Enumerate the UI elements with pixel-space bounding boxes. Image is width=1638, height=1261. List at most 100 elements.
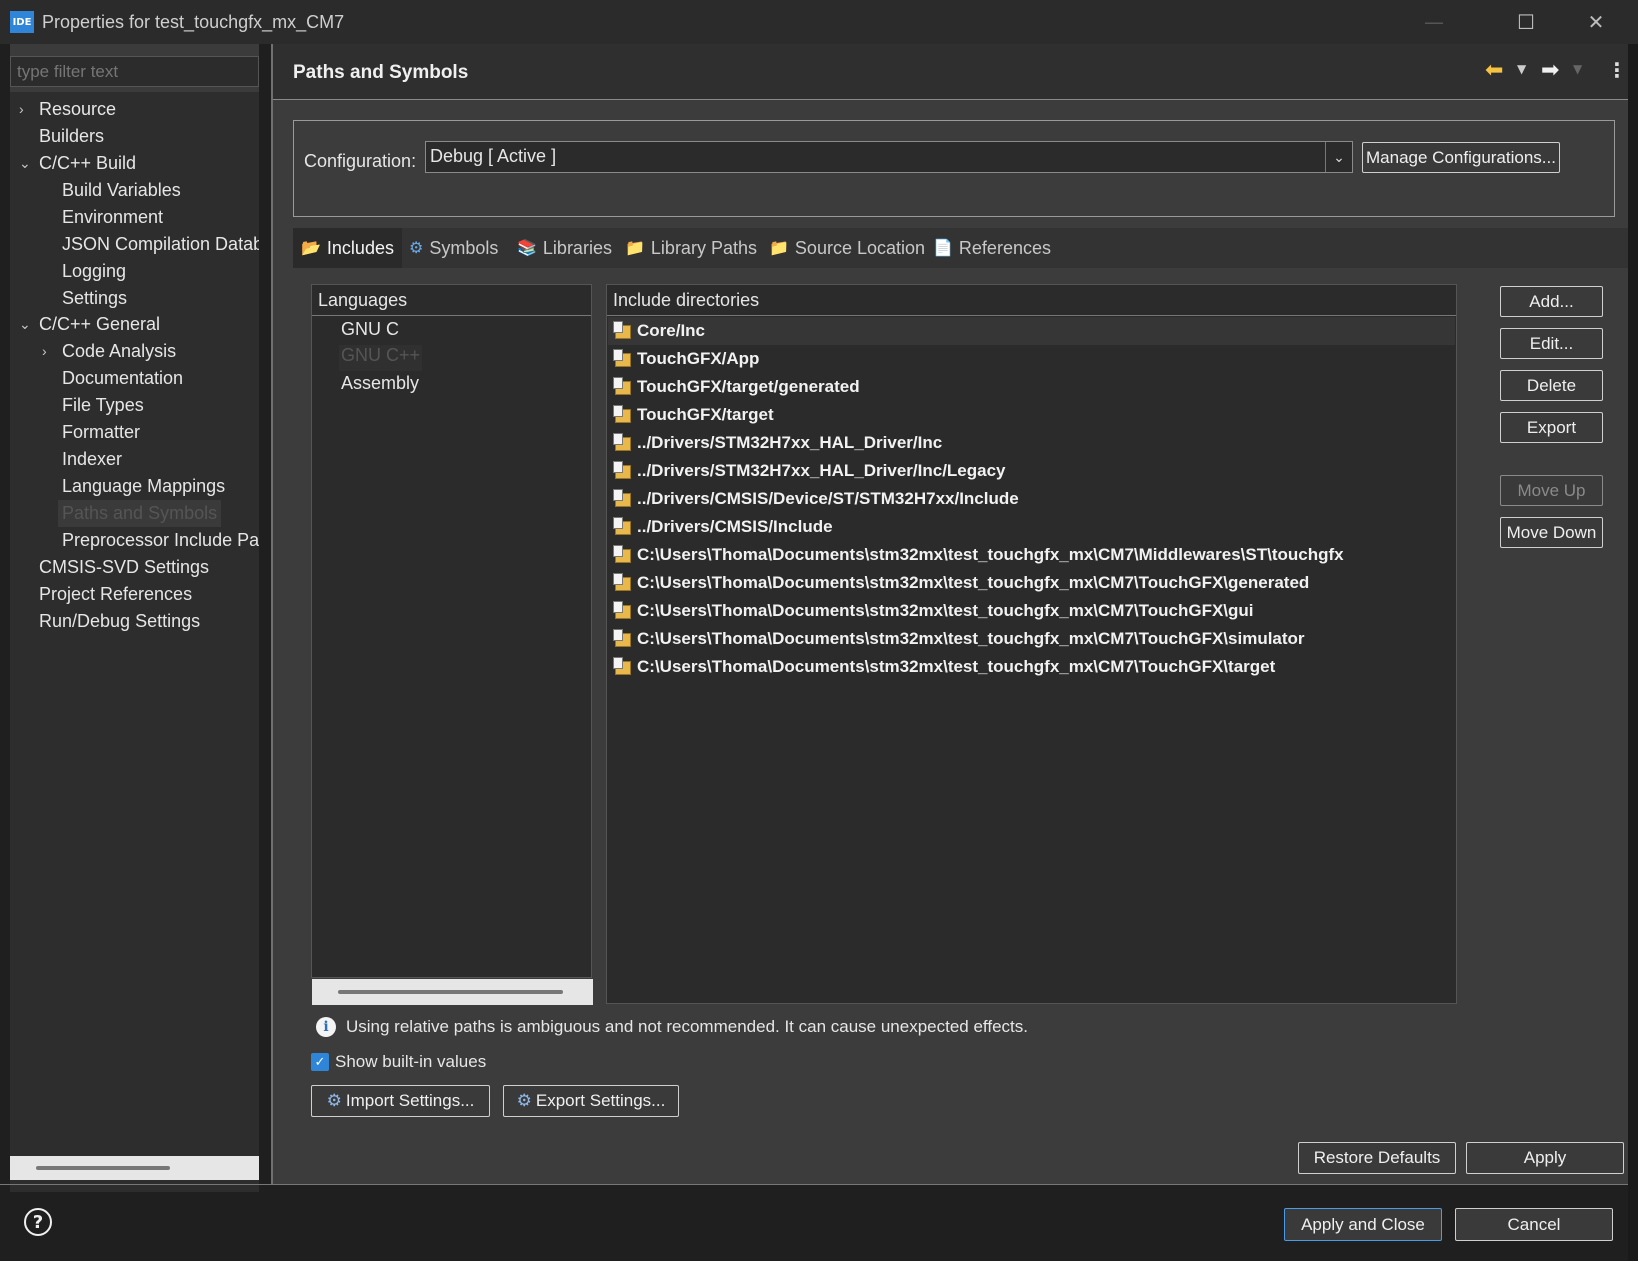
cancel-button[interactable]: Cancel [1455, 1208, 1613, 1241]
delete-button[interactable]: Delete [1500, 370, 1603, 401]
tree-item-label: Language Mappings [62, 476, 226, 496]
export-button[interactable]: Export [1500, 412, 1603, 443]
tree-item-build-variables[interactable]: Build Variables [62, 177, 181, 204]
tab-includes[interactable]: 📂 Includes [293, 228, 402, 268]
configuration-select[interactable]: Debug [ Active ] ⌄ [425, 141, 1353, 173]
forward-arrow-icon[interactable]: ➡ [1541, 58, 1559, 83]
tree-item-settings[interactable]: Settings [62, 285, 127, 312]
chevron-right-icon[interactable]: › [19, 96, 24, 123]
forward-dropdown-icon[interactable]: ▼ [1573, 62, 1582, 76]
tree-horizontal-scrollbar[interactable] [10, 1156, 259, 1180]
include-row[interactable]: C:\Users\Thoma\Documents\stm32mx\test_to… [608, 569, 1455, 597]
include-folder-icon [613, 349, 633, 369]
maximize-button[interactable]: ☐ [1490, 0, 1562, 44]
show-builtin-label: Show built-in values [335, 1052, 487, 1071]
show-builtin-values[interactable]: ✓ Show built-in values [311, 1052, 486, 1072]
property-tree: › Resource Builders ⌄ C/C++ Build Build Va… [10, 92, 259, 1192]
view-menu-icon[interactable]: ⋮ [1607, 58, 1627, 82]
button-label: Export Settings... [535, 1091, 666, 1110]
language-assembly[interactable]: Assembly [341, 373, 419, 399]
include-row[interactable]: C:\Users\Thoma\Documents\stm32mx\test_to… [608, 625, 1455, 653]
close-icon: ✕ [1587, 10, 1605, 34]
close-button[interactable]: ✕ [1560, 0, 1632, 44]
include-row[interactable]: C:\Users\Thoma\Documents\stm32mx\test_to… [608, 597, 1455, 625]
scrollbar-thumb[interactable] [36, 1166, 170, 1170]
back-dropdown-icon[interactable]: ▼ [1517, 62, 1526, 76]
tab-library-paths[interactable]: 📁 Library Paths [625, 228, 757, 268]
tree-item-project-references[interactable]: Project References [39, 581, 192, 608]
tree-item-cmsis-svd-settings[interactable]: CMSIS-SVD Settings [39, 554, 209, 581]
tree-item-resource[interactable]: › Resource [19, 96, 116, 123]
include-folder-icon [613, 489, 633, 509]
tree-item-cpp-general[interactable]: ⌄ C/C++ General [19, 311, 160, 338]
tab-references[interactable]: 📄 References [933, 228, 1051, 268]
languages-horizontal-scrollbar[interactable] [312, 979, 593, 1005]
include-row[interactable]: Core/Inc [608, 317, 1455, 345]
move-down-button[interactable]: Move Down [1500, 517, 1603, 548]
language-gnu-c[interactable]: GNU C [341, 319, 399, 345]
window-title: Properties for test_touchgfx_mx_CM7 [42, 11, 345, 32]
include-path: C:\Users\Thoma\Documents\stm32mx\test_to… [637, 573, 1310, 592]
tree-item-label: Paths and Symbols [62, 503, 218, 523]
export-settings-button[interactable]: ⚙ Export Settings... [503, 1085, 679, 1117]
tree-item-preprocessor-include-paths[interactable]: Preprocessor Include Pat [62, 527, 259, 554]
tree-item-file-types[interactable]: File Types [62, 392, 144, 419]
tree-item-cpp-build[interactable]: ⌄ C/C++ Build [19, 150, 137, 177]
include-row[interactable]: ../Drivers/CMSIS/Include [608, 513, 1455, 541]
tree-item-json-compilation-database[interactable]: JSON Compilation Datab [62, 231, 259, 258]
tab-source-location[interactable]: 📁 Source Location [769, 228, 925, 268]
include-row[interactable]: C:\Users\Thoma\Documents\stm32mx\test_to… [608, 541, 1455, 569]
tree-item-label: C/C++ Build [39, 153, 137, 173]
tree-item-documentation[interactable]: Documentation [62, 365, 183, 392]
tree-item-label: Indexer [62, 449, 123, 469]
tree-item-builders[interactable]: Builders [39, 123, 104, 150]
tab-libraries[interactable]: 📚 Libraries [517, 228, 612, 268]
minimize-button[interactable]: — [1398, 0, 1470, 44]
show-builtin-checkbox[interactable]: ✓ [311, 1053, 329, 1071]
include-row[interactable]: TouchGFX/App [608, 345, 1455, 373]
tree-item-run-debug-settings[interactable]: Run/Debug Settings [39, 608, 200, 635]
tree-item-indexer[interactable]: Indexer [62, 446, 122, 473]
restore-defaults-button[interactable]: Restore Defaults [1298, 1142, 1456, 1174]
left-panel: › Resource Builders ⌄ C/C++ Build Build Va… [10, 44, 259, 1192]
chevron-down-icon[interactable]: ⌄ [19, 311, 31, 338]
include-folder-icon [613, 517, 633, 537]
tree-item-code-analysis[interactable]: › Code Analysis [42, 338, 177, 365]
chevron-down-icon[interactable]: ⌄ [19, 150, 31, 177]
add-button[interactable]: Add... [1500, 286, 1603, 317]
tree-item-label: Logging [62, 261, 127, 281]
tree-item-language-mappings[interactable]: Language Mappings [62, 473, 225, 500]
chevron-down-icon[interactable]: ⌄ [1325, 142, 1352, 172]
include-row[interactable]: TouchGFX/target [608, 401, 1455, 429]
back-arrow-icon[interactable]: ⬅ [1485, 58, 1503, 83]
page-title: Paths and Symbols [293, 62, 469, 83]
apply-button[interactable]: Apply [1466, 1142, 1624, 1174]
edit-button[interactable]: Edit... [1500, 328, 1603, 359]
tree-item-paths-and-symbols[interactable]: Paths and Symbols [58, 500, 222, 527]
include-row[interactable]: TouchGFX/target/generated [608, 373, 1455, 401]
apply-and-close-button[interactable]: Apply and Close [1284, 1208, 1442, 1241]
language-gnu-cpp[interactable]: GNU C++ [339, 345, 423, 371]
manage-configurations-button[interactable]: Manage Configurations... [1362, 142, 1560, 173]
include-row[interactable]: ../Drivers/STM32H7xx_HAL_Driver/Inc [608, 429, 1455, 457]
include-row[interactable]: C:\Users\Thoma\Documents\stm32mx\test_to… [608, 653, 1455, 681]
move-up-button[interactable]: Move Up [1500, 475, 1603, 506]
chevron-right-icon[interactable]: › [42, 338, 47, 365]
tree-item-logging[interactable]: Logging [62, 258, 126, 285]
relative-paths-warning: i Using relative paths is ambiguous and … [316, 1017, 1028, 1037]
tab-label: Libraries [542, 237, 612, 258]
tree-item-formatter[interactable]: Formatter [62, 419, 140, 446]
help-icon[interactable]: ? [24, 1208, 52, 1236]
tree-item-label: Code Analysis [62, 341, 177, 361]
import-settings-button[interactable]: ⚙ Import Settings... [311, 1085, 490, 1117]
right-panel: Paths and Symbols ⬅ ▼ ➡ ▼ ⋮ Configuratio… [273, 44, 1628, 1184]
scrollbar-thumb[interactable] [338, 990, 563, 994]
tab-label: Library Paths [650, 237, 757, 258]
tree-item-label: Documentation [62, 368, 184, 388]
filter-input[interactable] [10, 56, 259, 87]
include-folder-icon [613, 405, 633, 425]
tree-item-environment[interactable]: Environment [62, 204, 163, 231]
tab-symbols[interactable]: ⚙ Symbols [409, 228, 498, 268]
include-row[interactable]: ../Drivers/STM32H7xx_HAL_Driver/Inc/Lega… [608, 457, 1455, 485]
include-row[interactable]: ../Drivers/CMSIS/Device/ST/STM32H7xx/Inc… [608, 485, 1455, 513]
